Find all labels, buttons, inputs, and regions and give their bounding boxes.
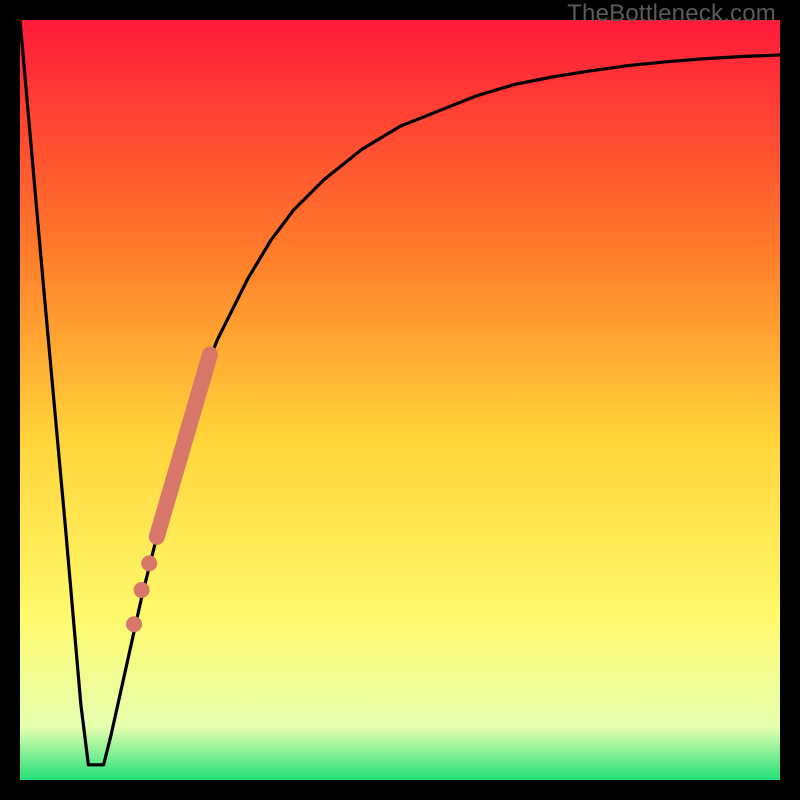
watermark-text: TheBottleneck.com	[567, 0, 776, 28]
marker-dot	[126, 616, 142, 632]
chart-frame	[20, 20, 780, 780]
bottleneck-chart	[20, 20, 780, 780]
gradient-background	[20, 20, 780, 780]
marker-dot	[141, 555, 157, 571]
marker-dot	[134, 582, 150, 598]
